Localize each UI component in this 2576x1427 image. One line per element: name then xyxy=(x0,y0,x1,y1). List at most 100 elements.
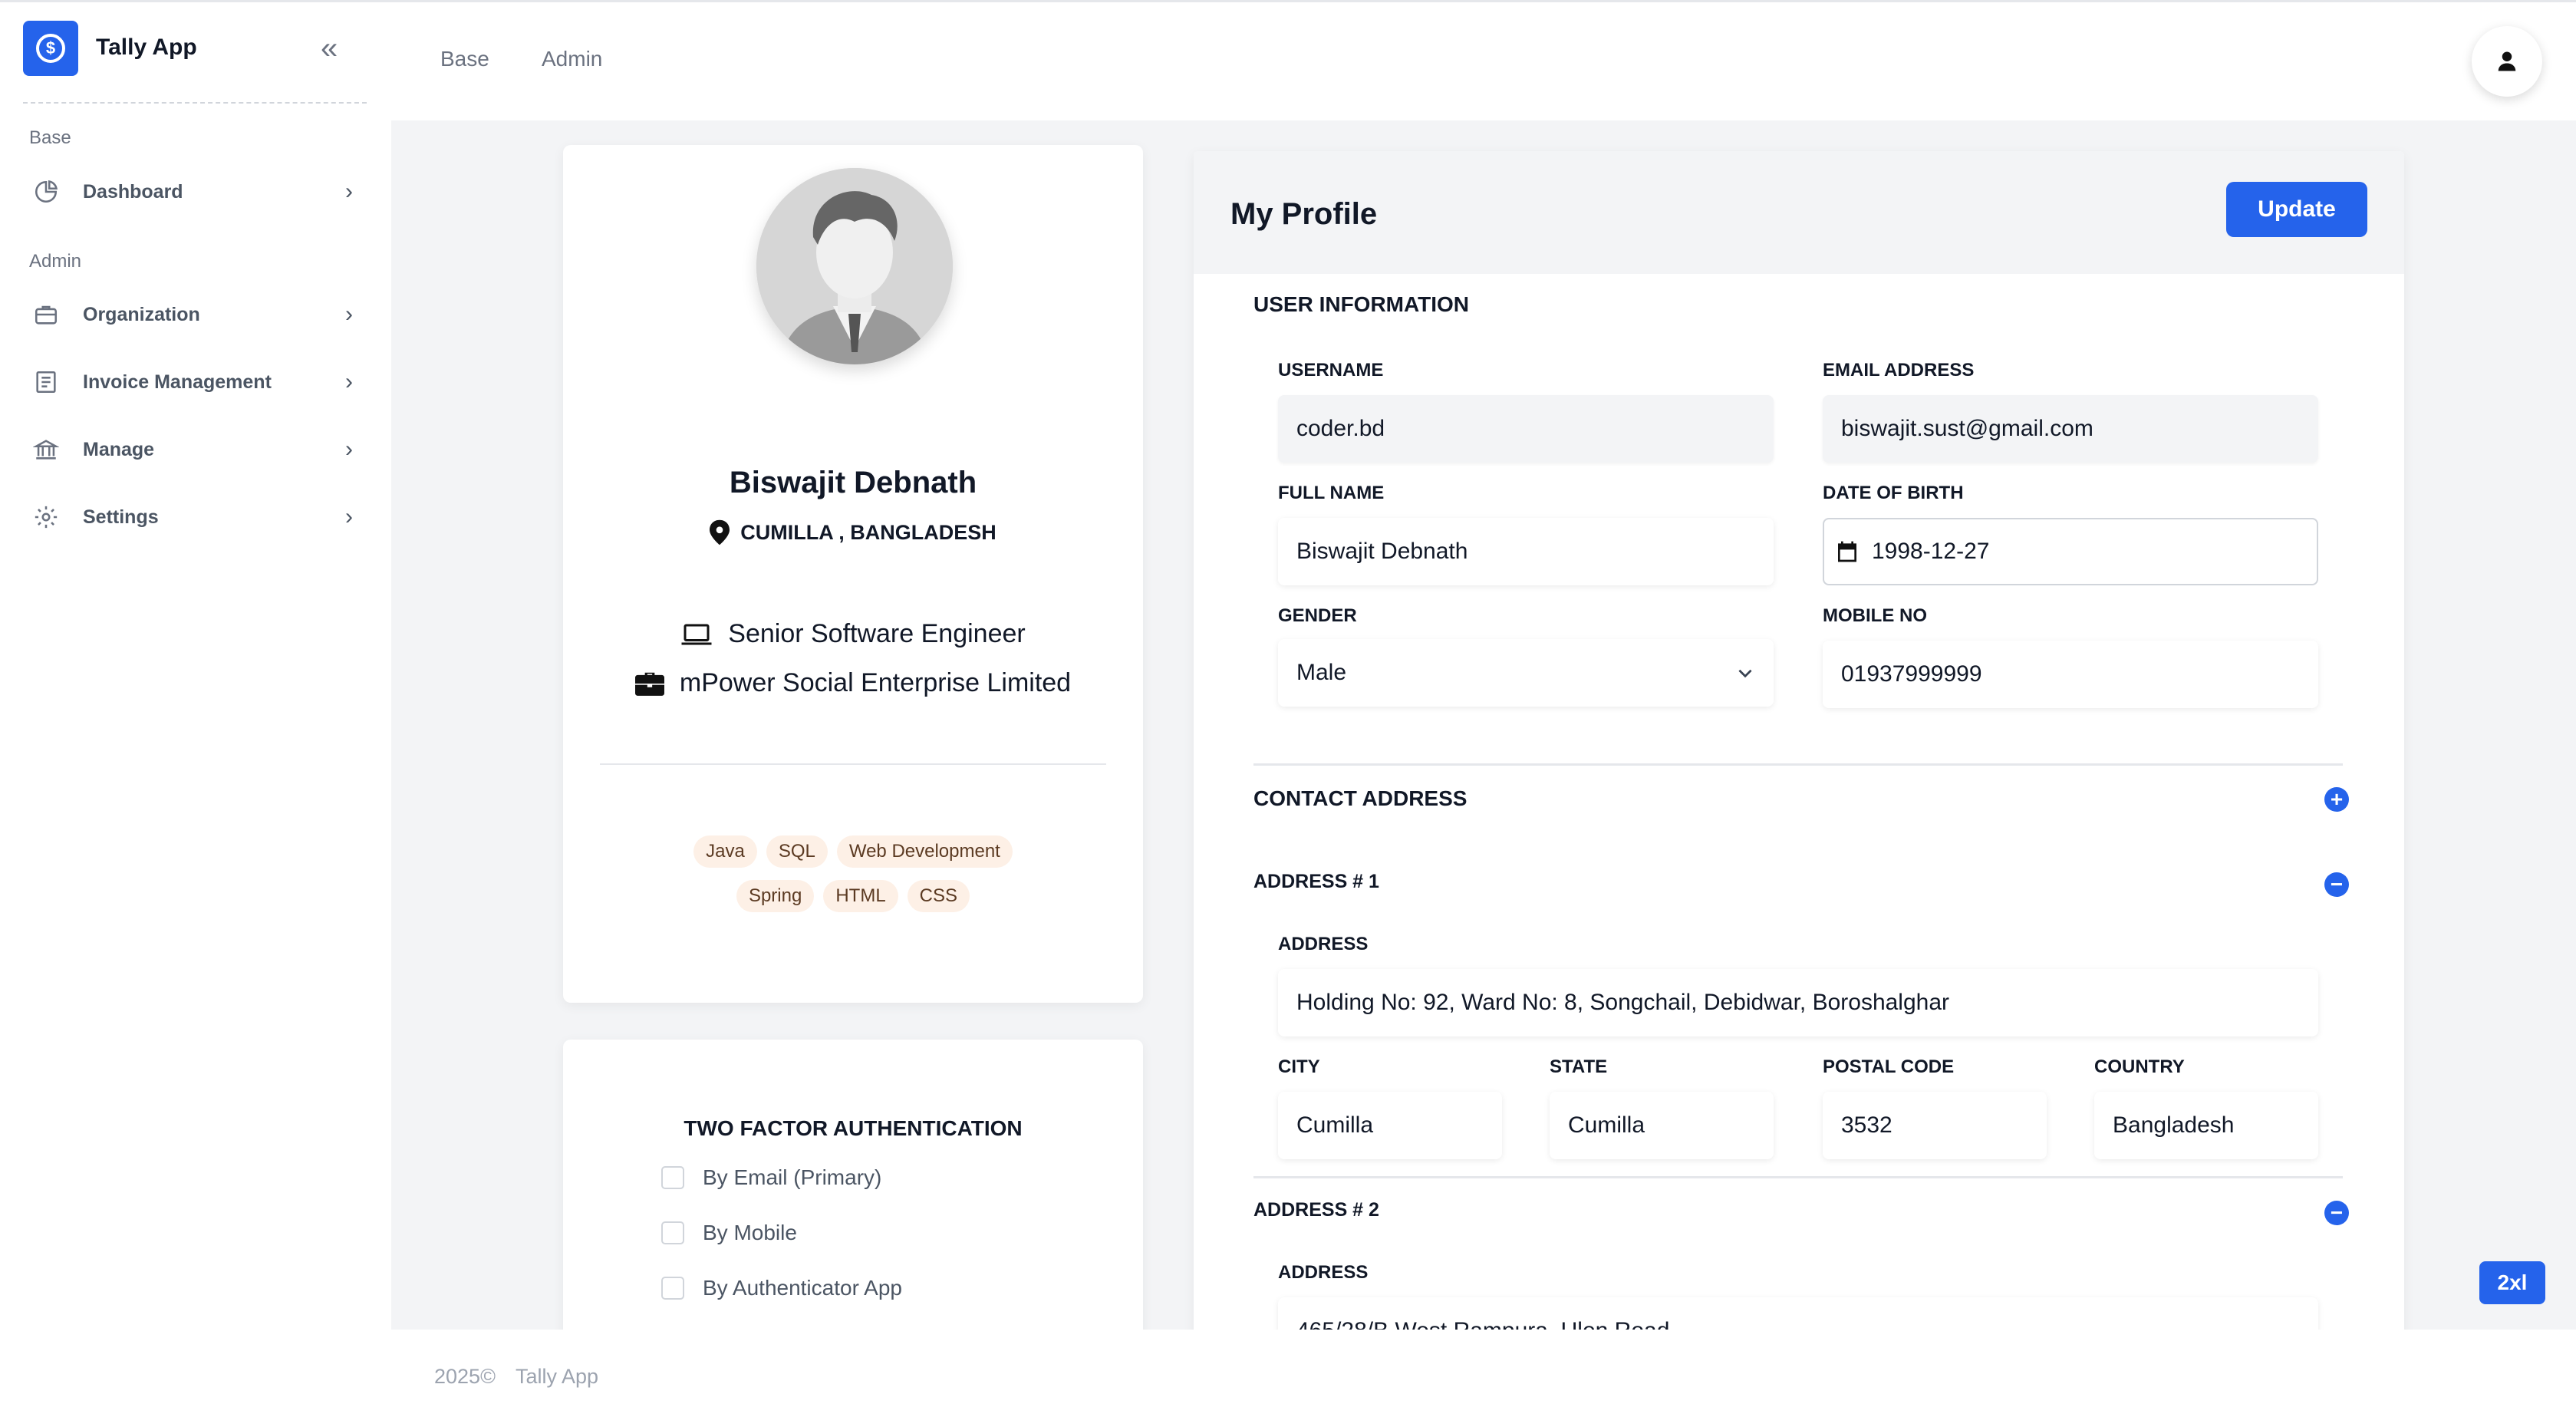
dob-value: 1998-12-27 xyxy=(1872,539,1990,564)
chevron-right-icon: › xyxy=(345,504,353,529)
option-label: By Mobile xyxy=(703,1221,797,1244)
remove-address-2-button[interactable]: − xyxy=(2324,1201,2349,1225)
app-logo[interactable]: $ xyxy=(23,21,78,76)
job-title-text: Senior Software Engineer xyxy=(728,619,1026,648)
location-text: CUMILLA , BANGLADESH xyxy=(740,520,996,544)
laptop-icon xyxy=(680,622,713,647)
chevron-right-icon: › xyxy=(345,302,353,327)
checkbox[interactable] xyxy=(661,1221,684,1244)
option-label: By Authenticator App xyxy=(703,1276,902,1300)
skills-row-2: Spring HTML CSS xyxy=(640,880,1066,912)
state-field[interactable]: Cumilla xyxy=(1550,1092,1774,1159)
profile-name: Biswajit Debnath xyxy=(729,466,977,499)
gender-label: GENDER xyxy=(1278,605,1357,626)
sidebar-item-label: Invoice Management xyxy=(83,371,272,393)
state-label: STATE xyxy=(1550,1056,1608,1077)
top-header: Base Admin xyxy=(391,2,2576,120)
breakpoint-badge: 2xl xyxy=(2479,1261,2545,1304)
profile-job-title: Senior Software Engineer xyxy=(563,619,1143,649)
chevron-right-icon: › xyxy=(345,369,353,394)
fullname-label: FULL NAME xyxy=(1278,483,1385,503)
profile-divider xyxy=(600,763,1106,765)
address-2-field[interactable]: 465/28/B West Rampura, Ulon Road xyxy=(1278,1297,2318,1330)
sidebar-item-label: Manage xyxy=(83,438,155,460)
map-pin-icon xyxy=(710,519,730,545)
calendar-icon xyxy=(1838,541,1856,562)
sidebar-section-admin: Admin xyxy=(29,251,82,272)
plus-icon: + xyxy=(2330,787,2344,811)
option-label: By Email (Primary) xyxy=(703,1165,882,1189)
two-factor-email-option[interactable]: By Email (Primary) xyxy=(661,1165,881,1190)
gear-icon xyxy=(31,502,61,532)
two-factor-title: TWO FACTOR AUTHENTICATION xyxy=(684,1116,1023,1140)
checkbox[interactable] xyxy=(661,1277,684,1300)
profile-avatar xyxy=(756,168,953,364)
sidebar-item-dashboard[interactable]: Dashboard › xyxy=(31,169,361,215)
sidebar-item-settings[interactable]: Settings › xyxy=(31,494,361,540)
my-profile-header: My Profile Update xyxy=(1194,151,2404,274)
add-address-button[interactable]: + xyxy=(2324,787,2349,812)
update-button[interactable]: Update xyxy=(2226,182,2367,237)
profile-card: Biswajit Debnath CUMILLA , BANGLADESH Se… xyxy=(563,145,1143,1003)
bank-icon xyxy=(31,434,61,465)
fullname-field[interactable]: Biswajit Debnath xyxy=(1278,518,1774,585)
sidebar-item-label: Settings xyxy=(83,506,159,528)
country-label: COUNTRY xyxy=(2094,1056,2185,1077)
address-divider xyxy=(1253,1176,2343,1178)
chevron-right-icon: › xyxy=(345,437,353,462)
gender-select[interactable]: Male xyxy=(1278,639,1774,707)
dollar-coin-icon: $ xyxy=(36,34,65,63)
app-name: Tally App xyxy=(96,35,197,60)
skill-tag: Web Development xyxy=(836,835,1013,868)
email-field[interactable]: biswajit.sust@gmail.com xyxy=(1823,395,2318,463)
briefcase-icon xyxy=(634,671,664,696)
two-factor-mobile-option[interactable]: By Mobile xyxy=(661,1221,797,1245)
profile-company: mPower Social Enterprise Limited xyxy=(563,668,1143,698)
username-field[interactable]: coder.bd xyxy=(1278,395,1774,463)
postal-code-field[interactable]: 3532 xyxy=(1823,1092,2047,1159)
my-profile-card: My Profile Update USER INFORMATION USERN… xyxy=(1194,151,2404,1330)
collapse-sidebar-icon[interactable]: « xyxy=(321,33,338,64)
company-text: mPower Social Enterprise Limited xyxy=(679,668,1072,697)
sidebar-item-manage[interactable]: Manage › xyxy=(31,427,361,473)
mobile-label: MOBILE NO xyxy=(1823,605,1927,626)
sidebar-item-label: Dashboard xyxy=(83,180,183,203)
pie-chart-icon xyxy=(31,176,61,207)
skills-row-1: Java SQL Web Development xyxy=(640,835,1066,868)
footer-app-link[interactable]: Tally App xyxy=(516,1365,598,1389)
profile-location: CUMILLA , BANGLADESH xyxy=(563,519,1143,545)
invoice-icon xyxy=(31,367,61,397)
address-2-title: ADDRESS # 2 xyxy=(1253,1199,1379,1221)
skill-tag: HTML xyxy=(823,880,898,912)
minus-icon: − xyxy=(2330,1201,2344,1224)
two-factor-card: TWO FACTOR AUTHENTICATION By Email (Prim… xyxy=(563,1040,1143,1330)
my-profile-title: My Profile xyxy=(1230,197,1378,231)
chevron-down-icon xyxy=(1738,669,1752,678)
mobile-field[interactable]: 01937999999 xyxy=(1823,641,2318,708)
checkbox[interactable] xyxy=(661,1166,684,1189)
user-menu-button[interactable] xyxy=(2472,26,2542,97)
skill-tag: SQL xyxy=(766,835,828,868)
sidebar-divider xyxy=(23,102,367,104)
city-field[interactable]: Cumilla xyxy=(1278,1092,1502,1159)
main-content: Biswajit Debnath CUMILLA , BANGLADESH Se… xyxy=(391,120,2576,1330)
sidebar-item-label: Organization xyxy=(83,303,200,325)
address-1-field[interactable]: Holding No: 92, Ward No: 8, Songchail, D… xyxy=(1278,969,2318,1036)
header-link-base[interactable]: Base xyxy=(440,47,489,71)
username-label: USERNAME xyxy=(1278,360,1384,381)
sidebar-section-base: Base xyxy=(29,127,71,148)
briefcase-icon xyxy=(31,299,61,330)
email-label: EMAIL ADDRESS xyxy=(1823,360,1975,381)
address-label: ADDRESS xyxy=(1278,1262,1369,1283)
sidebar-item-organization[interactable]: Organization › xyxy=(31,292,361,338)
dob-field[interactable]: 1998-12-27 xyxy=(1823,518,2318,585)
remove-address-1-button[interactable]: − xyxy=(2324,872,2349,897)
skill-tag: Java xyxy=(693,835,757,868)
country-field[interactable]: Bangladesh xyxy=(2094,1092,2318,1159)
footer: 2025© Tally App xyxy=(391,1330,2576,1427)
minus-icon: − xyxy=(2330,872,2344,896)
sidebar-item-invoice-management[interactable]: Invoice Management › xyxy=(31,359,361,405)
two-factor-app-option[interactable]: By Authenticator App xyxy=(661,1276,902,1300)
chevron-right-icon: › xyxy=(345,179,353,204)
header-link-admin[interactable]: Admin xyxy=(542,47,602,71)
